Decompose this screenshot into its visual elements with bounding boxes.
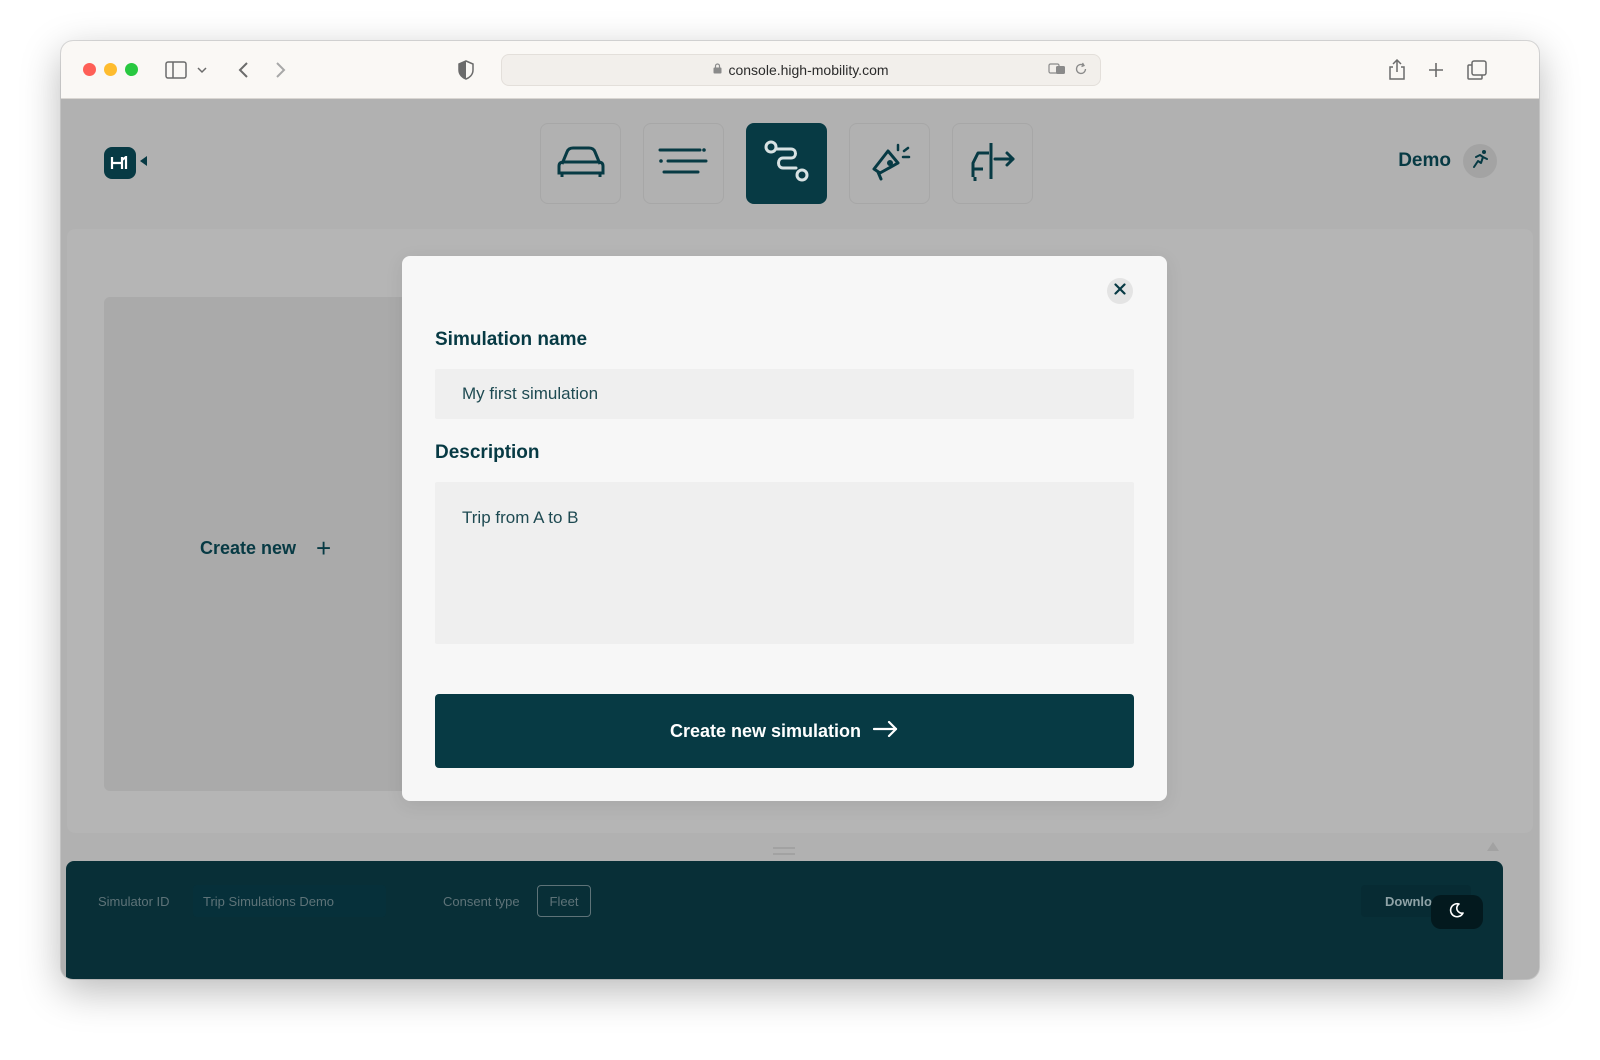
expand-up-icon[interactable] bbox=[1487, 842, 1499, 851]
nav-data-button[interactable] bbox=[643, 123, 724, 204]
description-textarea[interactable]: Trip from A to B bbox=[435, 482, 1134, 644]
back-icon[interactable] bbox=[231, 58, 255, 82]
simulation-name-label: Simulation name bbox=[435, 329, 588, 350]
reload-icon[interactable] bbox=[1074, 62, 1088, 79]
consent-type-badge[interactable]: Fleet bbox=[537, 885, 591, 917]
simulator-id-field[interactable]: Trip Simulations Demo bbox=[193, 885, 386, 917]
create-simulation-modal: Simulation name Description Trip from A … bbox=[402, 256, 1167, 801]
simulator-id-label: Simulator ID bbox=[98, 894, 170, 909]
user-name: Demo bbox=[1398, 150, 1451, 171]
megaphone-icon bbox=[868, 141, 912, 186]
description-label: Description bbox=[435, 442, 540, 463]
create-new-simulation-button[interactable]: Create new simulation bbox=[435, 694, 1134, 768]
avatar[interactable] bbox=[1463, 144, 1497, 178]
nav-notifications-button[interactable] bbox=[849, 123, 930, 204]
drag-handle[interactable] bbox=[773, 847, 795, 855]
caret-left-icon[interactable] bbox=[140, 156, 147, 166]
privacy-shield-icon[interactable] bbox=[454, 58, 478, 82]
route-icon bbox=[764, 140, 810, 187]
car-share-icon bbox=[969, 139, 1017, 188]
runner-icon bbox=[1470, 149, 1490, 174]
url-text: console.high-mobility.com bbox=[728, 62, 889, 78]
main-nav bbox=[540, 123, 1033, 204]
share-icon[interactable] bbox=[1385, 58, 1409, 82]
create-new-card[interactable]: Create new + bbox=[104, 297, 434, 791]
app-area: Demo Create new + Simulator ID Trip Simu… bbox=[61, 99, 1539, 979]
browser-titlebar: console.high-mobility.com bbox=[61, 41, 1539, 99]
close-icon bbox=[1114, 282, 1126, 300]
theme-toggle-button[interactable] bbox=[1431, 895, 1483, 929]
sidebar-toggle-icon[interactable] bbox=[164, 58, 188, 82]
close-modal-button[interactable] bbox=[1107, 278, 1133, 304]
tabs-overview-icon[interactable] bbox=[1465, 58, 1489, 82]
nav-vehicles-button[interactable] bbox=[540, 123, 621, 204]
chevron-down-icon[interactable] bbox=[195, 58, 209, 82]
logo[interactable] bbox=[104, 147, 136, 179]
moon-icon bbox=[1449, 902, 1465, 923]
car-icon bbox=[556, 144, 606, 183]
download-label: Downlo bbox=[1385, 893, 1432, 909]
address-bar[interactable]: console.high-mobility.com bbox=[501, 54, 1101, 86]
user-menu[interactable]: Demo bbox=[1398, 144, 1497, 178]
nav-sharing-button[interactable] bbox=[952, 123, 1033, 204]
arrow-right-icon bbox=[872, 720, 899, 742]
nav-simulations-button[interactable] bbox=[746, 123, 827, 204]
create-new-button[interactable]: Create new + bbox=[200, 535, 331, 561]
simulator-bar: Simulator ID Trip Simulations Demo Conse… bbox=[66, 861, 1503, 979]
translate-icon[interactable] bbox=[1048, 62, 1066, 79]
plus-icon: + bbox=[316, 533, 332, 563]
consent-type-label: Consent type bbox=[443, 894, 520, 909]
lock-icon bbox=[713, 63, 722, 77]
filter-lines-icon bbox=[658, 146, 710, 181]
close-window-button[interactable] bbox=[83, 63, 96, 76]
maximize-window-button[interactable] bbox=[125, 63, 138, 76]
forward-icon[interactable] bbox=[269, 58, 293, 82]
minimize-window-button[interactable] bbox=[104, 63, 117, 76]
submit-label: Create new simulation bbox=[669, 720, 862, 741]
simulation-name-input[interactable] bbox=[435, 369, 1134, 419]
new-tab-icon[interactable] bbox=[1424, 58, 1448, 82]
create-new-label: Create new bbox=[200, 537, 297, 558]
browser-window: console.high-mobility.com Demo Create ne… bbox=[61, 41, 1539, 979]
